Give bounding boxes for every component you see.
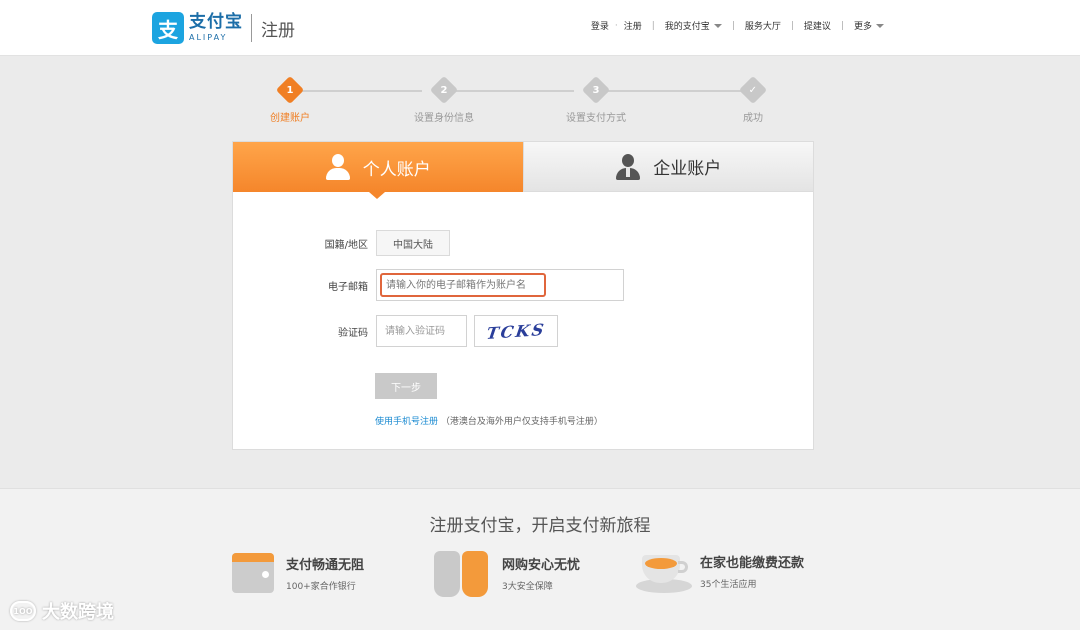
- page-title: 注册: [261, 20, 295, 41]
- nav-separator: |: [651, 20, 655, 31]
- check-icon: ✓: [738, 75, 768, 105]
- nav-separator: |: [790, 20, 794, 31]
- feature-text: 网购安心无忧 3大安全保障: [502, 554, 580, 592]
- feature-bills: 在家也能缴费还款 35个生活应用: [636, 549, 804, 593]
- region-row: 国籍/地区 中国大陆: [233, 230, 450, 256]
- email-field-wrapper: [376, 269, 624, 301]
- feature-text: 支付畅通无阻 100+家合作银行: [286, 554, 364, 592]
- registration-steps: 1 创建账户 2 设置身份信息 3 设置支付方式 ✓ 成功: [270, 75, 780, 130]
- feature-title: 支付畅通无阻: [286, 558, 365, 573]
- step-payment-method: 3 设置支付方式: [556, 75, 636, 124]
- logo-text: 支付宝 ALIPAY: [189, 14, 243, 42]
- nav-login-link[interactable]: 登录: [591, 19, 609, 32]
- feature-subtitle: 3大安全保障: [502, 582, 553, 592]
- region-select[interactable]: 中国大陆: [376, 230, 450, 256]
- step-number-badge: 2: [429, 75, 459, 105]
- top-header: 支 支付宝 ALIPAY 注册 登录 · 注册 | 我的支付宝 | 服务大厅 |…: [0, 0, 1080, 56]
- captcha-label: 验证码: [338, 327, 368, 339]
- phone-register-row: 使用手机号注册 （港澳台及海外用户仅支持手机号注册）: [375, 414, 603, 427]
- region-label: 国籍/地区: [324, 239, 368, 251]
- step-identity-info: 2 设置身份信息: [404, 75, 484, 124]
- logo-cn-text: 支付宝: [189, 12, 243, 32]
- person-icon: [325, 153, 351, 181]
- feature-title: 网购安心无忧: [502, 558, 581, 573]
- step-label: 成功: [743, 113, 763, 124]
- step-number-badge: 1: [275, 75, 305, 105]
- step-label: 设置支付方式: [566, 113, 626, 124]
- nav-register-link[interactable]: 注册: [624, 19, 642, 32]
- captcha-input[interactable]: [376, 315, 467, 347]
- feature-security: 网购安心无忧 3大安全保障: [434, 547, 580, 599]
- alipay-logo-icon: 支: [152, 12, 184, 44]
- hands-icon: [434, 547, 494, 599]
- step-label: 设置身份信息: [414, 113, 474, 124]
- step-create-account: 1 创建账户: [250, 75, 330, 124]
- logo-divider: [251, 14, 252, 42]
- chevron-down-icon: [876, 23, 884, 28]
- nav-more-menu[interactable]: 更多: [854, 19, 884, 32]
- feature-title: 在家也能缴费还款: [700, 556, 805, 571]
- nav-my-alipay-menu[interactable]: 我的支付宝: [665, 19, 722, 32]
- watermark-logo-icon: 1OO: [10, 601, 36, 621]
- chevron-down-icon: [713, 23, 722, 28]
- email-row: 电子邮箱: [233, 269, 624, 301]
- nav-my-alipay-label: 我的支付宝: [664, 22, 710, 32]
- step-success: ✓ 成功: [713, 75, 793, 124]
- watermark: 1OO 大数跨境: [10, 598, 114, 624]
- feature-subtitle: 35个生活应用: [700, 580, 757, 590]
- captcha-image[interactable]: TCKS: [474, 315, 558, 347]
- captcha-text: TCKS: [485, 319, 547, 343]
- phone-register-link[interactable]: 使用手机号注册: [375, 417, 438, 427]
- tab-company-label: 企业账户: [653, 159, 722, 179]
- account-type-tabs: 个人账户 企业账户: [233, 142, 813, 199]
- footer-slogan: 注册支付宝，开启支付新旅程: [429, 516, 651, 536]
- nav-separator: |: [731, 20, 735, 31]
- teacup-icon: [636, 549, 692, 593]
- email-field[interactable]: [380, 273, 546, 297]
- alipay-logo[interactable]: 支 支付宝 ALIPAY 注册: [152, 12, 295, 44]
- captcha-row: 验证码 TCKS: [233, 315, 558, 347]
- step-number-badge: 3: [581, 75, 611, 105]
- feature-text: 在家也能缴费还款 35个生活应用: [700, 552, 804, 590]
- email-label: 电子邮箱: [328, 281, 368, 293]
- top-nav: 登录 · 注册 | 我的支付宝 | 服务大厅 | 提建议 | 更多: [591, 19, 884, 32]
- register-card: 个人账户 企业账户 国籍/地区 中国大陆 电子邮箱 验证码 TCKS 下一步 使…: [232, 141, 814, 450]
- tab-personal-label: 个人账户: [362, 159, 431, 180]
- tab-personal-account[interactable]: 个人账户: [233, 142, 523, 199]
- feature-subtitle: 100+家合作银行: [286, 582, 356, 592]
- logo-en-text: ALIPAY: [189, 33, 228, 42]
- nav-dot-separator: ·: [614, 20, 618, 31]
- wallet-icon: [232, 553, 274, 593]
- phone-register-note: （港澳台及海外用户仅支持手机号注册）: [440, 417, 603, 427]
- watermark-text: 大数跨境: [42, 602, 114, 623]
- businessman-icon: [615, 153, 641, 181]
- next-button[interactable]: 下一步: [375, 373, 437, 399]
- tab-company-account[interactable]: 企业账户: [522, 142, 813, 192]
- feature-payment: 支付畅通无阻 100+家合作银行: [232, 553, 364, 593]
- promo-footer: 注册支付宝，开启支付新旅程 支付畅通无阻 100+家合作银行 网购安心无忧 3大…: [0, 488, 1080, 630]
- nav-service-hall-link[interactable]: 服务大厅: [745, 19, 781, 32]
- nav-more-label: 更多: [853, 22, 872, 32]
- nav-suggest-link[interactable]: 提建议: [804, 19, 831, 32]
- step-label: 创建账户: [270, 113, 310, 124]
- nav-separator: |: [840, 20, 844, 31]
